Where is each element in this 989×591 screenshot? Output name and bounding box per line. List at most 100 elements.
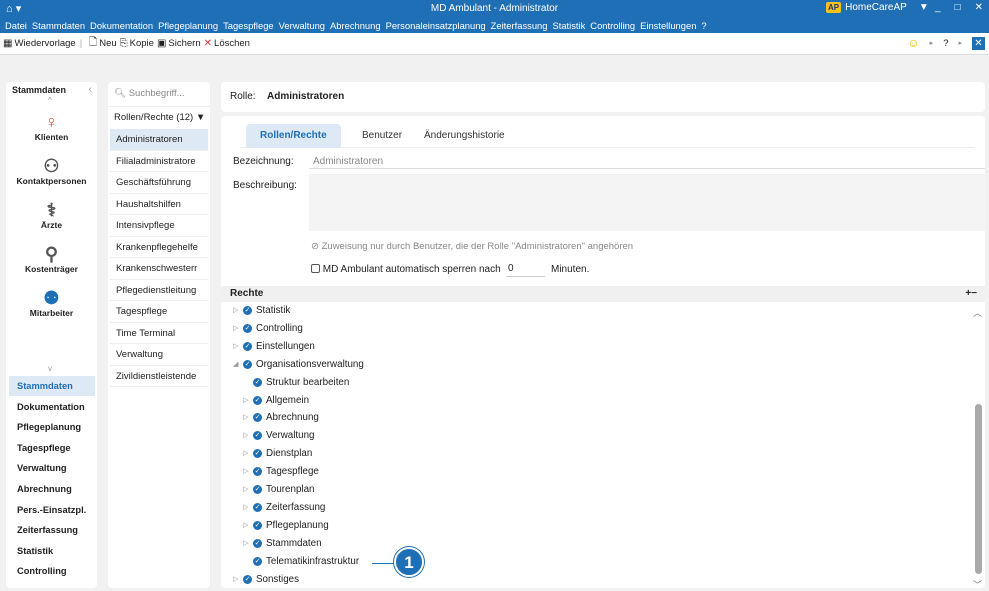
menu-item[interactable]: Dokumentation xyxy=(90,18,153,33)
checked-icon[interactable]: ✓ xyxy=(243,341,252,351)
expand-arrow-icon[interactable]: ▷ xyxy=(243,535,253,552)
help-icon[interactable]: ? xyxy=(943,38,948,49)
scroll-up-icon[interactable]: ︿ xyxy=(973,306,982,319)
menu-item[interactable]: Abrechnung xyxy=(330,18,381,33)
expand-collapse-all-icon[interactable]: +− xyxy=(965,286,977,302)
checked-icon[interactable]: ✓ xyxy=(253,538,262,548)
role-list-item[interactable]: Administratoren xyxy=(110,129,208,151)
rights-tree-node[interactable]: ▷ ✓ Allgemein xyxy=(243,392,309,409)
role-list-item[interactable]: Intensivpflege xyxy=(110,215,208,237)
checked-icon[interactable]: ✓ xyxy=(253,467,262,477)
rights-tree-node[interactable]: ▷ ✓ Pflegeplanung xyxy=(243,517,329,534)
rights-tree-node[interactable]: ✓ Telematikinfrastruktur xyxy=(243,553,359,570)
role-list-item[interactable]: Filialadministratore xyxy=(110,151,208,172)
menu-item[interactable]: Datei xyxy=(5,18,27,33)
expand-arrow-icon[interactable]: ▷ xyxy=(233,302,243,319)
nav-module-item[interactable]: Zeiterfassung xyxy=(9,520,95,540)
checked-icon[interactable]: ✓ xyxy=(253,556,262,566)
smiley-icon[interactable]: ☺ xyxy=(907,36,919,50)
rights-tree-node[interactable]: ▷ ✓ Abrechnung xyxy=(243,409,319,426)
maximize-icon[interactable]: □ xyxy=(955,2,961,13)
role-list-item[interactable]: Haushaltshilfen xyxy=(110,194,208,215)
expand-arrow-icon[interactable]: ▷ xyxy=(243,517,253,534)
menu-item[interactable]: Einstellungen xyxy=(640,18,696,33)
expand-arrow-icon[interactable]: ◢ xyxy=(233,356,243,373)
nav-module-item[interactable]: Stammdaten xyxy=(9,376,95,396)
nav-shortcut[interactable]: ⚕ Ärzte xyxy=(6,200,97,230)
checked-icon[interactable]: ✓ xyxy=(253,377,262,387)
role-list-item[interactable]: Pflegedienstleitung xyxy=(110,280,208,301)
search-input[interactable]: 🔍︎ Suchbegriff... xyxy=(114,88,185,99)
expand-arrow-icon[interactable]: ▷ xyxy=(243,409,253,426)
nav-shortcut[interactable]: ⚲ Kostenträger xyxy=(6,244,97,274)
checked-icon[interactable]: ✓ xyxy=(243,323,252,333)
nav-module-item[interactable]: Abrechnung xyxy=(9,479,95,499)
scroll-down-icon[interactable]: v xyxy=(48,364,52,373)
tab-benutzer[interactable]: Benutzer xyxy=(348,124,416,148)
nav-module-item[interactable]: Statistik xyxy=(9,541,95,561)
beschreibung-textarea[interactable] xyxy=(309,174,985,231)
expand-arrow-icon[interactable]: ▷ xyxy=(233,338,243,355)
nav-module-item[interactable]: Controlling xyxy=(9,561,95,581)
rights-tree-node[interactable]: ▷ ✓ Zeiterfassung xyxy=(243,499,325,516)
scroll-up-icon[interactable]: ^ xyxy=(48,96,52,105)
checked-icon[interactable]: ✓ xyxy=(253,431,262,441)
rights-tree-node[interactable]: ▷ ✓ Statistik xyxy=(233,302,290,319)
scroll-down-icon[interactable]: ﹀ xyxy=(973,578,982,591)
role-list-item[interactable]: Tagespflege xyxy=(110,301,208,323)
expand-arrow-icon[interactable]: ▷ xyxy=(243,499,253,516)
checked-icon[interactable]: ✓ xyxy=(253,413,262,423)
checked-icon[interactable]: ✓ xyxy=(253,449,262,459)
role-list-item[interactable]: Zivildienstleistende xyxy=(110,366,208,387)
rights-tree-node[interactable]: ✓ Struktur bearbeiten xyxy=(243,374,349,391)
checked-icon[interactable]: ✓ xyxy=(253,395,262,405)
tab-aenderungshistorie[interactable]: Änderungshistorie xyxy=(410,124,519,148)
expand-arrow-icon[interactable]: ▷ xyxy=(233,571,243,588)
menu-item[interactable]: Controlling xyxy=(590,18,635,33)
role-list-item[interactable]: Krankenschwesterr xyxy=(110,258,208,280)
rights-tree-node[interactable]: ▷ ✓ Stammdaten xyxy=(243,535,322,552)
close-icon[interactable]: ✕ xyxy=(975,2,983,13)
role-list-item[interactable]: Krankenpflegehelfe xyxy=(110,237,208,258)
menu-item[interactable]: Stammdaten xyxy=(32,18,85,33)
rights-tree-node[interactable]: ▷ ✓ Sonstiges xyxy=(233,571,299,588)
role-list-item[interactable]: Time Terminal xyxy=(110,323,208,344)
nav-module-item[interactable]: Verwaltung xyxy=(9,458,95,478)
menu-item[interactable]: ? xyxy=(701,18,706,33)
expand-arrow-icon[interactable]: ▷ xyxy=(233,320,243,337)
tab-rollen-rechte[interactable]: Rollen/Rechte xyxy=(246,124,341,148)
nav-shortcut[interactable]: ⚉ Mitarbeiter xyxy=(6,288,97,318)
auto-lock-checkbox[interactable] xyxy=(311,264,320,273)
expand-arrow-icon[interactable]: ▷ xyxy=(243,445,253,462)
bezeichnung-field[interactable]: Administratoren xyxy=(313,156,383,167)
role-list-item[interactable]: Geschäftsführung xyxy=(110,172,208,194)
nav-module-item[interactable]: Pers.-Einsatzpl. xyxy=(9,500,95,520)
rights-tree-node[interactable]: ▷ ✓ Verwaltung xyxy=(243,427,314,444)
rights-tree-node[interactable]: ▷ ✓ Einstellungen xyxy=(233,338,315,355)
collapse-icon[interactable]: ‹ xyxy=(89,84,92,95)
sichern-button[interactable]: ▣ Sichern xyxy=(157,38,201,49)
kopie-button[interactable]: ⎘ Kopie xyxy=(120,38,154,49)
menu-item[interactable]: Statistik xyxy=(552,18,585,33)
menu-item[interactable]: Personaleinsatzplanung xyxy=(386,18,486,33)
expand-arrow-icon[interactable]: ▷ xyxy=(243,481,253,498)
nav-module-item[interactable]: Dokumentation xyxy=(9,397,95,417)
checked-icon[interactable]: ✓ xyxy=(243,359,252,369)
expand-arrow-icon[interactable]: ▷ xyxy=(243,463,253,480)
menu-item[interactable]: Zeiterfassung xyxy=(491,18,548,33)
rights-tree-node[interactable]: ▷ ✓ Tourenplan xyxy=(243,481,314,498)
loeschen-button[interactable]: ✕ Löschen xyxy=(204,38,250,49)
checked-icon[interactable]: ✓ xyxy=(243,574,252,584)
lock-minutes-input[interactable]: 0 xyxy=(506,263,545,277)
expand-arrow-icon[interactable]: ▷ xyxy=(243,427,253,444)
role-list-item[interactable]: Verwaltung xyxy=(110,344,208,366)
rights-tree-node[interactable]: ◢ ✓ Organisationsverwaltung xyxy=(233,356,364,373)
nav-module-item[interactable]: Pflegeplanung xyxy=(9,417,95,437)
roles-count-dropdown[interactable]: Rollen/Rechte (12) ▼ xyxy=(114,112,205,123)
menu-item[interactable]: Pflegeplanung xyxy=(158,18,218,33)
nav-shortcut[interactable]: ⚇ Kontaktpersonen xyxy=(6,156,97,186)
rights-tree-node[interactable]: ▷ ✓ Controlling xyxy=(233,320,303,337)
nav-shortcut[interactable]: ♀ Klienten xyxy=(6,112,97,142)
minimize-icon[interactable]: _ xyxy=(935,2,941,13)
wiedervorlage-button[interactable]: ▦ Wiedervorlage xyxy=(3,38,76,49)
